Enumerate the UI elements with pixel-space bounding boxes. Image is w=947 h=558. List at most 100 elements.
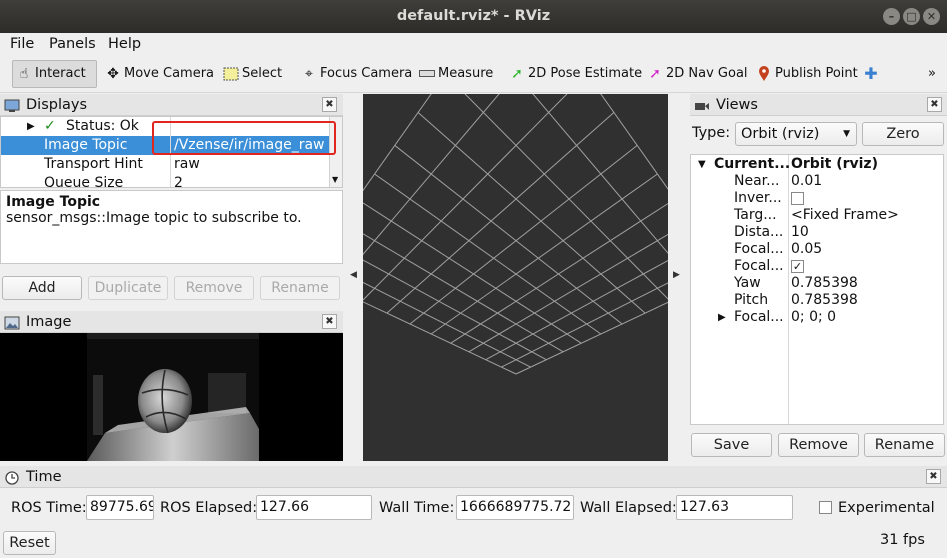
camera-image-view <box>0 333 343 461</box>
window-title: default.rviz* - RViz <box>396 8 551 24</box>
time-title: Time <box>26 469 62 485</box>
focus-camera-label: Focus Camera <box>320 66 413 81</box>
views-panel: Views ✖ Type: Orbit (rviz) ▼ Zero ▼ Curr… <box>690 94 947 461</box>
invert-z-checkbox[interactable] <box>791 192 804 205</box>
time-panel: Time ✖ ROS Time: 89775.69 ROS Elapsed: 1… <box>0 466 947 558</box>
fps-readout: 31 fps <box>880 532 925 548</box>
displays-panel: Displays ✖ ▶ ✓ Status: Ok Image Topic /V… <box>0 94 343 301</box>
3d-render-viewport[interactable] <box>363 94 668 461</box>
property-description: Image Topic sensor_msgs::Image topic to … <box>0 190 343 264</box>
grid-line <box>532 94 668 254</box>
wall-elapsed-label: Wall Elapsed: <box>580 500 677 516</box>
grid-line <box>363 301 517 375</box>
measure-label: Measure <box>438 66 494 81</box>
views-title: Views <box>716 97 758 113</box>
ros-elapsed-field[interactable]: 127.66 <box>256 495 372 520</box>
pose-estimate-tool-button[interactable]: ➚ 2D Pose Estimate <box>506 60 642 88</box>
scroll-down-icon[interactable]: ▼ <box>332 175 338 184</box>
collapse-left-icon[interactable]: ◀ <box>350 270 357 280</box>
grid-line <box>417 112 646 314</box>
queue-size-value[interactable]: 2 <box>174 174 183 187</box>
zero-button[interactable]: Zero <box>862 122 944 146</box>
selection-box-icon <box>222 60 240 88</box>
collapse-right-icon[interactable]: ▶ <box>673 270 680 280</box>
close-panel-icon[interactable]: ✖ <box>322 97 337 112</box>
interact-tool-button[interactable]: ☝ Interact <box>12 60 97 88</box>
window-title-bar[interactable]: default.rviz* - RViz – □ ✕ <box>0 0 947 33</box>
description-text: sensor_msgs::Image topic to subscribe to… <box>6 210 302 226</box>
focal-shape-checkbox[interactable]: ✓ <box>791 260 804 273</box>
image-topic-label: Image Topic <box>44 137 128 153</box>
rename-display-button[interactable]: Rename <box>260 276 340 300</box>
transport-hint-label: Transport Hint <box>44 156 143 172</box>
view-properties-tree: ▼ Current... Orbit (rviz) Near... 0.01 In… <box>690 154 944 425</box>
image-panel-title: Image <box>26 314 72 330</box>
expand-arrow-icon[interactable]: ▶ <box>718 308 726 327</box>
wall-elapsed-field[interactable]: 127.63 <box>676 495 793 520</box>
measure-tool-button[interactable]: Measure <box>416 60 493 88</box>
experimental-checkbox[interactable] <box>819 501 832 514</box>
image-icon <box>4 315 20 330</box>
remove-view-button[interactable]: Remove <box>778 433 859 457</box>
ruler-icon <box>418 60 436 88</box>
ros-time-label: ROS Time: <box>11 500 87 516</box>
select-label: Select <box>242 66 283 81</box>
maximize-icon[interactable]: □ <box>903 8 920 25</box>
grid-line <box>363 94 500 256</box>
close-panel-icon[interactable]: ✖ <box>926 469 941 484</box>
transport-hint-value[interactable]: raw <box>174 155 200 174</box>
duplicate-display-button[interactable]: Duplicate <box>88 276 168 300</box>
wall-time-field[interactable]: 1666689775.72 <box>456 495 574 520</box>
nav-goal-label: 2D Nav Goal <box>666 66 748 81</box>
crosshair-icon: ⌖ <box>305 66 313 82</box>
publish-point-label: Publish Point <box>775 66 858 81</box>
focal-point-row[interactable]: ▶ Focal... 0; 0; 0 <box>691 308 943 327</box>
check-icon: ✓ <box>44 118 56 134</box>
ros-time-field[interactable]: 89775.69 <box>86 495 154 520</box>
menu-bar: File Panels Help <box>0 33 947 55</box>
transport-hint-row[interactable]: Transport Hint raw <box>1 155 331 174</box>
queue-size-label: Queue Size <box>44 175 124 188</box>
image-panel: Image ✖ <box>0 311 343 461</box>
views-panel-header: Views ✖ <box>690 94 947 116</box>
move-arrows-icon: ✥ <box>107 66 119 82</box>
save-view-button[interactable]: Save <box>691 433 772 457</box>
close-panel-icon[interactable]: ✖ <box>927 97 942 112</box>
grid-line <box>600 94 668 190</box>
publish-point-tool-button[interactable]: Publish Point <box>753 60 858 88</box>
minimize-icon[interactable]: – <box>883 8 900 25</box>
rename-view-button[interactable]: Rename <box>864 433 945 457</box>
move-camera-label: Move Camera <box>124 66 215 81</box>
focal-point-label: Focal... <box>734 309 784 325</box>
hand-pointer-icon: ☝ <box>19 66 29 82</box>
ros-elapsed-label: ROS Elapsed: <box>160 500 258 516</box>
menu-file[interactable]: File <box>10 34 34 54</box>
green-arrow-icon: ➚ <box>511 66 523 82</box>
reset-button[interactable]: Reset <box>3 531 56 555</box>
grid-line <box>515 301 668 375</box>
add-display-button[interactable]: Add <box>2 276 82 300</box>
move-camera-tool-button[interactable]: ✥ Move Camera <box>102 60 214 88</box>
menu-help[interactable]: Help <box>108 34 141 54</box>
chevron-down-icon: ▼ <box>843 129 850 139</box>
focal-point-value[interactable]: 0; 0; 0 <box>791 308 836 327</box>
tool-bar: ☝ Interact ✥ Move Camera Select ⌖ Focus … <box>0 55 947 93</box>
select-tool-button[interactable]: Select <box>220 60 282 88</box>
toolbar-overflow-button[interactable]: » <box>928 60 936 88</box>
close-icon[interactable]: ✕ <box>923 8 940 25</box>
map-pin-icon <box>755 60 773 88</box>
ir-camera-image <box>87 333 259 461</box>
expand-arrow-icon[interactable]: ▶ <box>27 117 35 136</box>
close-panel-icon[interactable]: ✖ <box>322 314 337 329</box>
interact-label: Interact <box>35 66 86 81</box>
nav-goal-tool-button[interactable]: ➚ 2D Nav Goal <box>644 60 748 88</box>
menu-panels[interactable]: Panels <box>49 34 96 54</box>
add-tool-button[interactable]: ✚ <box>860 60 878 88</box>
camera-icon <box>694 98 710 112</box>
remove-display-button[interactable]: Remove <box>174 276 254 300</box>
view-type-dropdown[interactable]: Orbit (rviz) ▼ <box>735 122 857 146</box>
displays-panel-header: Displays ✖ <box>0 94 343 116</box>
queue-size-row[interactable]: Queue Size 2 <box>1 174 331 188</box>
focus-camera-tool-button[interactable]: ⌖ Focus Camera <box>298 60 412 88</box>
view-type-value: Orbit (rviz) <box>741 126 820 142</box>
